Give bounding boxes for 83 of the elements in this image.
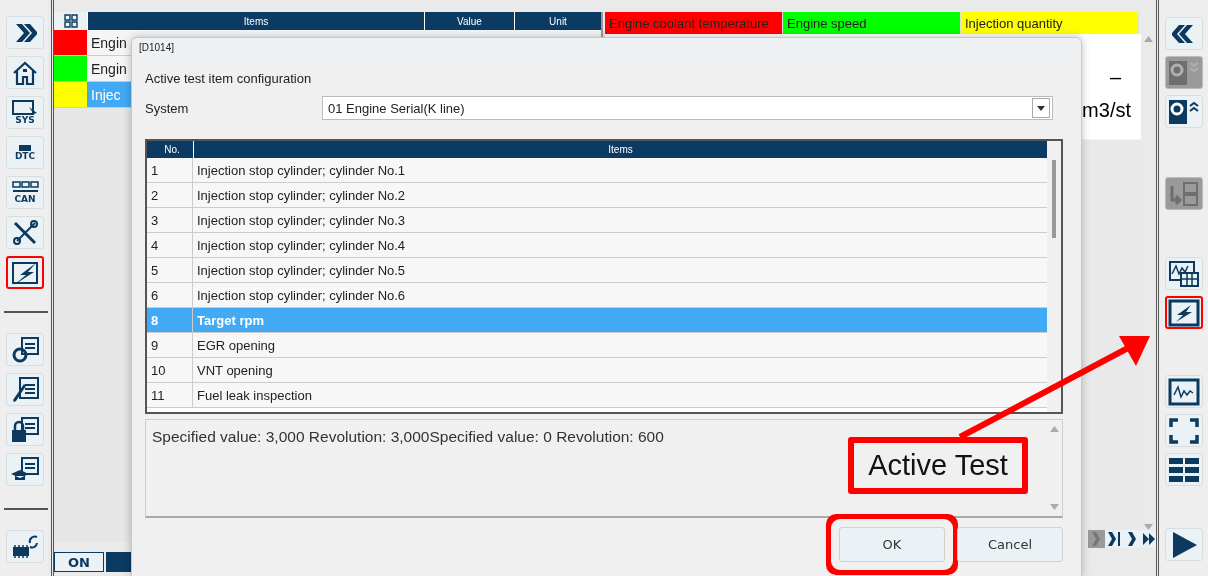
row-number: 11 xyxy=(147,383,193,407)
lock-table-icon xyxy=(10,415,40,444)
row-number: 4 xyxy=(147,233,193,257)
column-header: No. xyxy=(163,143,181,157)
row-number: 5 xyxy=(147,258,193,282)
table-row[interactable]: 2 Injection stop cylinder; cylinder No.2 xyxy=(147,183,1047,208)
load-button[interactable] xyxy=(1164,95,1203,128)
window-cursor-icon xyxy=(11,100,39,116)
ecu-sync-button[interactable] xyxy=(6,530,44,563)
active-test-button[interactable] xyxy=(6,256,44,289)
can-button[interactable]: CAN xyxy=(6,176,44,209)
dtc-button[interactable]: DTC xyxy=(6,136,44,169)
system-dropdown[interactable]: 01 Engine Serial(K line) xyxy=(322,96,1053,120)
table-row[interactable]: 10 VNT opening xyxy=(147,358,1047,383)
dialog-heading: Active test item configuration xyxy=(145,71,313,86)
training-table-button[interactable] xyxy=(6,453,44,486)
scrollbar-thumb[interactable] xyxy=(1052,160,1056,238)
pencil-table-icon xyxy=(10,375,40,404)
item-name: Injection stop cylinder; cylinder No.5 xyxy=(196,261,407,280)
row-number: 6 xyxy=(147,283,193,307)
row-number: 9 xyxy=(147,333,193,357)
lightning-icon xyxy=(1167,298,1200,327)
value-text: – xyxy=(1109,66,1121,89)
tools-button[interactable] xyxy=(6,216,44,249)
system-button[interactable]: SYS xyxy=(6,96,44,129)
legend-label: Injection quantity xyxy=(961,12,1139,34)
table-row[interactable]: 6 Injection stop cylinder; cylinder No.6 xyxy=(147,283,1047,308)
toggle-button[interactable]: ON xyxy=(54,552,104,572)
disk-chevron-icon xyxy=(1167,97,1200,126)
grid-settings-icon xyxy=(63,14,78,28)
nav-button[interactable] xyxy=(1105,530,1122,548)
row-number: 1 xyxy=(147,158,193,182)
graph-button[interactable] xyxy=(1164,375,1203,408)
dialog-title: [D1014] xyxy=(132,38,1081,57)
fullscreen-icon xyxy=(1167,416,1200,445)
item-name: Injection stop cylinder; cylinder No.4 xyxy=(196,236,407,255)
fullscreen-button[interactable] xyxy=(1164,414,1203,447)
description-text: Specified value: 3,000 Revolution: 3,000Specified value: 0 Revolution: 600 xyxy=(151,427,665,447)
dialog-button[interactable]: Cancel xyxy=(957,527,1063,562)
line-chart-icon xyxy=(1167,377,1200,406)
dropdown-caret-icon xyxy=(1037,105,1045,111)
callout-label: Active Test xyxy=(848,437,1028,494)
table-row[interactable]: 5 Injection stop cylinder; cylinder No.5 xyxy=(147,258,1047,283)
legend-label: Engine speed xyxy=(783,12,961,34)
graph-table-button[interactable] xyxy=(1164,257,1203,290)
disk-chevron-icon xyxy=(1167,58,1200,87)
item-name: Injection stop cylinder; cylinder No.2 xyxy=(196,186,407,205)
table-row[interactable]: 1 Injection stop cylinder; cylinder No.1 xyxy=(147,158,1047,183)
lock-table-button[interactable] xyxy=(6,413,44,446)
chip-arrows-icon xyxy=(10,532,40,561)
table-row[interactable]: 9 EGR opening xyxy=(147,333,1047,358)
network-icon xyxy=(11,181,39,195)
item-name: EGR opening xyxy=(196,336,277,355)
settings-table-button[interactable] xyxy=(6,333,44,366)
collapse-button[interactable] xyxy=(1164,17,1203,50)
row-number: 2 xyxy=(147,183,193,207)
row-number: 3 xyxy=(147,208,193,232)
table-row[interactable]: 3 Injection stop cylinder; cylinder No.3 xyxy=(147,208,1047,233)
row-number: 8 xyxy=(147,308,193,332)
layout-button[interactable] xyxy=(1164,453,1203,486)
table-settings-button[interactable] xyxy=(54,12,87,30)
unit-text: m3/st xyxy=(1082,99,1131,122)
chart-table-icon xyxy=(1167,259,1200,288)
active-test-button[interactable] xyxy=(1164,296,1203,329)
grid-icon xyxy=(1167,455,1200,484)
item-name: Injection stop cylinder; cylinder No.1 xyxy=(196,161,407,180)
item-name: VNT opening xyxy=(196,361,274,380)
legend-label: Engine coolant temperature xyxy=(605,12,783,34)
field-label: System xyxy=(145,100,190,116)
skip-end-icon xyxy=(1106,531,1121,547)
table-row[interactable]: 4 Injection stop cylinder; cylinder No.4 xyxy=(147,233,1047,258)
table-row[interactable]: 11 Fuel leak inspection xyxy=(147,383,1047,408)
item-name: Target rpm xyxy=(196,311,265,330)
edit-table-button[interactable] xyxy=(6,373,44,406)
home-button[interactable] xyxy=(6,56,44,89)
item-name: Injection stop cylinder; cylinder No.6 xyxy=(196,286,407,305)
row-number: 10 xyxy=(147,358,193,382)
item-name: Fuel leak inspection xyxy=(196,386,313,405)
item-name: Injection stop cylinder; cylinder No.3 xyxy=(196,211,407,230)
play-button[interactable] xyxy=(1164,528,1203,561)
expand-button[interactable] xyxy=(6,16,44,49)
house-icon xyxy=(11,59,39,86)
wrench-screwdriver-icon xyxy=(11,218,39,247)
